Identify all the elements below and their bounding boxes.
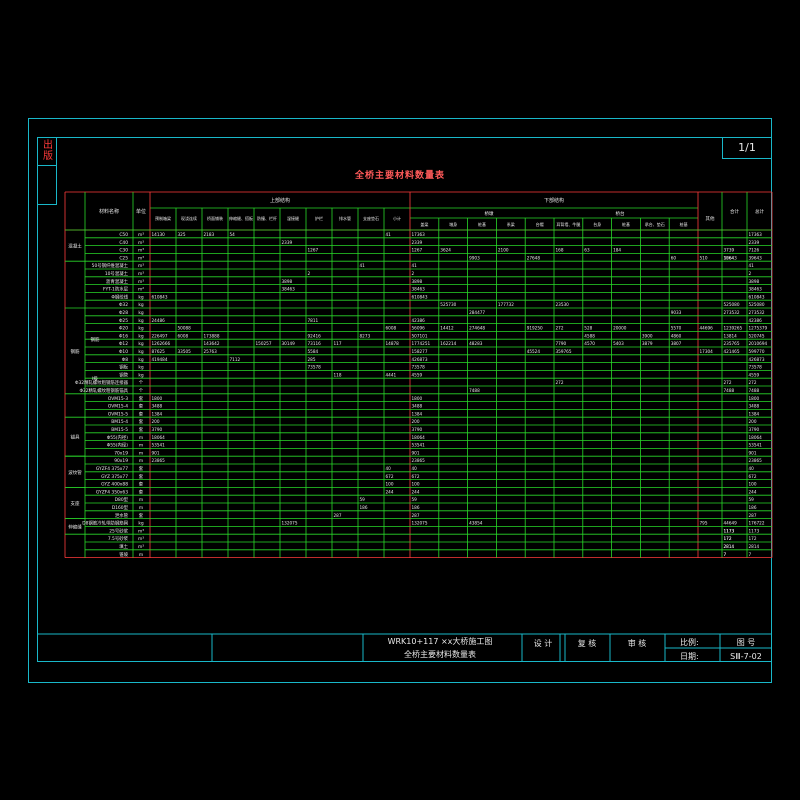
- title-block: WRK10+117 ×x大桥施工图 全桥主要材料数量表 设 计 复 核 审 核 …: [37, 633, 772, 662]
- drawing-no: SⅢ-7-02: [730, 652, 762, 661]
- reviewer-label: 审 核: [628, 638, 647, 648]
- checker-label: 复 核: [578, 638, 597, 648]
- date-label: 日期:: [680, 652, 699, 661]
- drawing-title: 全桥主要材料数量表: [404, 649, 476, 659]
- designer-label: 设 计: [534, 638, 553, 648]
- scale-label: 比例:: [680, 637, 699, 647]
- drawing-no-label: 图 号: [737, 638, 756, 647]
- project-name: WRK10+117 ×x大桥施工图: [388, 636, 493, 646]
